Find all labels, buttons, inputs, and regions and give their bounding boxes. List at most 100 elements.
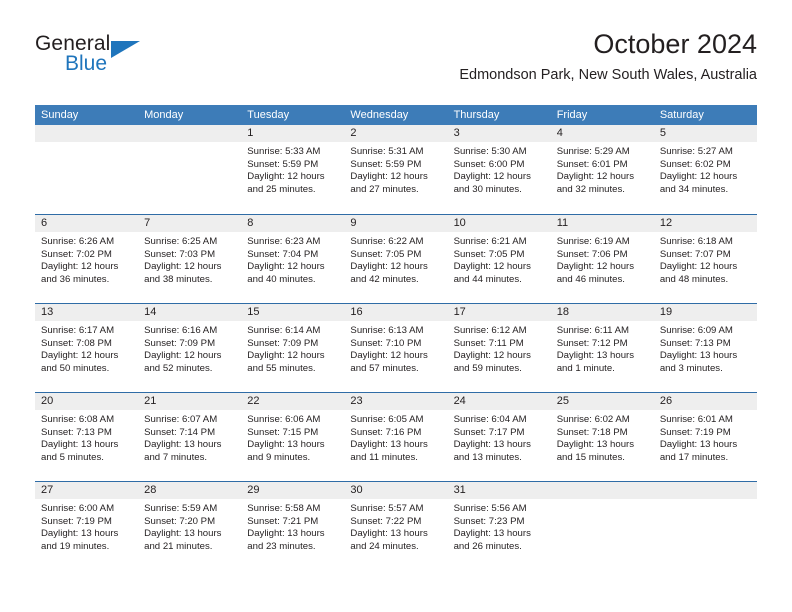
day-cell[interactable]: 13 Sunrise: 6:17 AM Sunset: 7:08 PM Dayligh… bbox=[35, 304, 139, 392]
day-cell[interactable]: 8 Sunrise: 6:23 AM Sunset: 7:04 PM Daylight… bbox=[241, 215, 345, 303]
triangle-icon bbox=[111, 41, 140, 58]
day-number: 11 bbox=[550, 215, 654, 232]
day-cell[interactable]: 4 Sunrise: 5:29 AM Sunset: 6:01 PM Daylight… bbox=[550, 125, 654, 214]
daylight-text: Daylight: 12 hours and 36 minutes. bbox=[41, 261, 119, 285]
sunrise-text: Sunrise: 6:18 AM bbox=[659, 236, 733, 247]
day-details: Sunrise: 5:59 AM Sunset: 7:20 PM Daylight:… bbox=[138, 499, 241, 553]
day-cell[interactable]: 2 Sunrise: 5:31 AM Sunset: 5:59 PM Daylight… bbox=[344, 125, 448, 214]
day-cell[interactable]: 9 Sunrise: 6:22 AM Sunset: 7:05 PM Daylight… bbox=[344, 215, 448, 303]
sunset-text: Sunset: 7:15 PM bbox=[247, 426, 319, 438]
day-details: Sunrise: 6:16 AM Sunset: 7:09 PM Daylight:… bbox=[138, 321, 241, 375]
daylight-text: Daylight: 13 hours and 24 minutes. bbox=[350, 528, 428, 552]
daylight-text: Daylight: 13 hours and 1 minute. bbox=[556, 350, 635, 374]
day-details: Sunrise: 6:12 AM Sunset: 7:11 PM Daylight:… bbox=[448, 321, 551, 375]
sunset-text: Sunset: 7:14 PM bbox=[144, 426, 216, 438]
day-cell[interactable]: 15 Sunrise: 6:14 AM Sunset: 7:09 PM Dayligh… bbox=[241, 304, 345, 392]
daylight-text: Daylight: 12 hours and 38 minutes. bbox=[144, 261, 222, 285]
day-cell[interactable]: 20 Sunrise: 6:08 AM Sunset: 7:13 PM Dayligh… bbox=[35, 393, 139, 481]
day-number: 4 bbox=[550, 125, 654, 142]
sunrise-text: Sunrise: 6:06 AM bbox=[247, 414, 321, 425]
logo-text-blue: Blue bbox=[65, 52, 108, 75]
day-number: 22 bbox=[241, 393, 345, 410]
sunset-text: Sunset: 5:59 PM bbox=[350, 158, 422, 170]
daylight-text: Daylight: 12 hours and 27 minutes. bbox=[350, 171, 428, 195]
day-details: Sunrise: 5:33 AM Sunset: 5:59 PM Daylight:… bbox=[241, 142, 344, 196]
day-cell[interactable]: 5 Sunrise: 5:27 AM Sunset: 6:02 PM Daylight… bbox=[653, 125, 757, 214]
day-number: 16 bbox=[344, 304, 448, 321]
day-cell[interactable]: 3 Sunrise: 5:30 AM Sunset: 6:00 PM Daylight… bbox=[447, 125, 551, 214]
day-details: Sunrise: 6:07 AM Sunset: 7:14 PM Daylight:… bbox=[138, 410, 241, 464]
day-cell[interactable]: 31 Sunrise: 5:56 AM Sunset: 7:23 PM Dayligh… bbox=[447, 482, 551, 570]
day-details: Sunrise: 6:09 AM Sunset: 7:13 PM Daylight:… bbox=[654, 321, 757, 375]
day-cell[interactable]: 16 Sunrise: 6:13 AM Sunset: 7:10 PM Dayligh… bbox=[344, 304, 448, 392]
day-cell[interactable]: 7 Sunrise: 6:25 AM Sunset: 7:03 PM Daylight… bbox=[138, 215, 242, 303]
day-cell[interactable]: 1 Sunrise: 5:33 AM Sunset: 5:59 PM Daylight… bbox=[241, 125, 345, 214]
day-number: 8 bbox=[241, 215, 345, 232]
sunrise-text: Sunrise: 6:04 AM bbox=[453, 414, 527, 425]
day-details: Sunrise: 5:30 AM Sunset: 6:00 PM Daylight:… bbox=[448, 142, 551, 196]
day-cell[interactable]: 30 Sunrise: 5:57 AM Sunset: 7:22 PM Dayligh… bbox=[344, 482, 448, 570]
sunset-text: Sunset: 7:16 PM bbox=[350, 426, 422, 438]
day-cell[interactable]: 23 Sunrise: 6:05 AM Sunset: 7:16 PM Dayligh… bbox=[344, 393, 448, 481]
day-number: 7 bbox=[138, 215, 242, 232]
sunrise-text: Sunrise: 6:14 AM bbox=[247, 325, 321, 336]
day-cell[interactable]: 11 Sunrise: 6:19 AM Sunset: 7:06 PM Dayligh… bbox=[550, 215, 654, 303]
general-blue-logo[interactable]: General Blue bbox=[35, 32, 235, 88]
day-cell-empty bbox=[35, 125, 139, 214]
sunset-text: Sunset: 7:20 PM bbox=[144, 515, 216, 527]
day-details: Sunrise: 6:05 AM Sunset: 7:16 PM Daylight:… bbox=[344, 410, 447, 464]
sunset-text: Sunset: 7:05 PM bbox=[453, 248, 525, 260]
day-number: 12 bbox=[653, 215, 757, 232]
day-number: 20 bbox=[35, 393, 139, 410]
day-cell[interactable]: 25 Sunrise: 6:02 AM Sunset: 7:18 PM Dayligh… bbox=[550, 393, 654, 481]
day-number: 31 bbox=[447, 482, 551, 499]
day-details: Sunrise: 6:08 AM Sunset: 7:13 PM Daylight:… bbox=[35, 410, 138, 464]
day-cell[interactable]: 19 Sunrise: 6:09 AM Sunset: 7:13 PM Dayligh… bbox=[653, 304, 757, 392]
day-cell[interactable]: 29 Sunrise: 5:58 AM Sunset: 7:21 PM Dayligh… bbox=[241, 482, 345, 570]
day-details: Sunrise: 6:14 AM Sunset: 7:09 PM Daylight:… bbox=[241, 321, 344, 375]
day-cell[interactable]: 27 Sunrise: 6:00 AM Sunset: 7:19 PM Dayligh… bbox=[35, 482, 139, 570]
sunset-text: Sunset: 7:13 PM bbox=[41, 426, 112, 438]
day-number: 10 bbox=[447, 215, 551, 232]
day-details: Sunrise: 5:56 AM Sunset: 7:23 PM Daylight:… bbox=[448, 499, 551, 553]
day-cell[interactable]: 6 Sunrise: 6:26 AM Sunset: 7:02 PM Daylight… bbox=[35, 215, 139, 303]
day-cell[interactable]: 26 Sunrise: 6:01 AM Sunset: 7:19 PM Dayligh… bbox=[653, 393, 757, 481]
sunrise-text: Sunrise: 6:23 AM bbox=[247, 236, 321, 247]
day-cell[interactable]: 22 Sunrise: 6:06 AM Sunset: 7:15 PM Dayligh… bbox=[241, 393, 345, 481]
daylight-text: Daylight: 12 hours and 57 minutes. bbox=[350, 350, 428, 374]
day-cell[interactable]: 18 Sunrise: 6:11 AM Sunset: 7:12 PM Dayligh… bbox=[550, 304, 654, 392]
sunset-text: Sunset: 7:09 PM bbox=[247, 337, 319, 349]
day-cell[interactable]: 17 Sunrise: 6:12 AM Sunset: 7:11 PM Dayligh… bbox=[447, 304, 551, 392]
sunrise-text: Sunrise: 5:29 AM bbox=[556, 146, 630, 157]
day-cell[interactable]: 10 Sunrise: 6:21 AM Sunset: 7:05 PM Dayligh… bbox=[447, 215, 551, 303]
day-cell[interactable]: 24 Sunrise: 6:04 AM Sunset: 7:17 PM Dayligh… bbox=[447, 393, 551, 481]
day-details: Sunrise: 5:31 AM Sunset: 5:59 PM Daylight:… bbox=[344, 142, 447, 196]
weekday-sunday: Sunday bbox=[41, 109, 79, 121]
day-cell[interactable]: 21 Sunrise: 6:07 AM Sunset: 7:14 PM Dayligh… bbox=[138, 393, 242, 481]
sunset-text: Sunset: 7:11 PM bbox=[453, 337, 524, 349]
day-cell-empty bbox=[653, 482, 757, 570]
daylight-text: Daylight: 12 hours and 48 minutes. bbox=[659, 261, 738, 285]
weekday-saturday: Saturday bbox=[659, 109, 704, 121]
day-cell[interactable]: 12 Sunrise: 6:18 AM Sunset: 7:07 PM Dayligh… bbox=[653, 215, 757, 303]
sunset-text: Sunset: 7:07 PM bbox=[659, 248, 731, 260]
day-number bbox=[653, 482, 757, 499]
day-cell[interactable]: 28 Sunrise: 5:59 AM Sunset: 7:20 PM Dayligh… bbox=[138, 482, 242, 570]
weekday-thursday: Thursday bbox=[453, 109, 500, 121]
calendar-week-row: 13 Sunrise: 6:17 AM Sunset: 7:08 PM Dayligh… bbox=[35, 303, 757, 392]
daylight-text: Daylight: 12 hours and 59 minutes. bbox=[453, 350, 531, 374]
day-details: Sunrise: 5:57 AM Sunset: 7:22 PM Daylight:… bbox=[344, 499, 447, 553]
sunset-text: Sunset: 7:17 PM bbox=[453, 426, 525, 438]
day-cell[interactable]: 14 Sunrise: 6:16 AM Sunset: 7:09 PM Dayligh… bbox=[138, 304, 242, 392]
day-number: 6 bbox=[35, 215, 139, 232]
sunrise-text: Sunrise: 6:05 AM bbox=[350, 414, 424, 425]
sunset-text: Sunset: 7:19 PM bbox=[41, 515, 112, 527]
calendar-week-row: 6 Sunrise: 6:26 AM Sunset: 7:02 PM Daylight… bbox=[35, 214, 757, 303]
sunset-text: Sunset: 7:09 PM bbox=[144, 337, 216, 349]
day-details: Sunrise: 6:04 AM Sunset: 7:17 PM Daylight:… bbox=[448, 410, 551, 464]
sunset-text: Sunset: 6:00 PM bbox=[453, 158, 525, 170]
day-details: Sunrise: 5:58 AM Sunset: 7:21 PM Daylight:… bbox=[241, 499, 344, 553]
daylight-text: Daylight: 13 hours and 9 minutes. bbox=[247, 439, 325, 463]
daylight-text: Daylight: 12 hours and 40 minutes. bbox=[247, 261, 325, 285]
day-details: Sunrise: 6:19 AM Sunset: 7:06 PM Daylight:… bbox=[551, 232, 654, 286]
